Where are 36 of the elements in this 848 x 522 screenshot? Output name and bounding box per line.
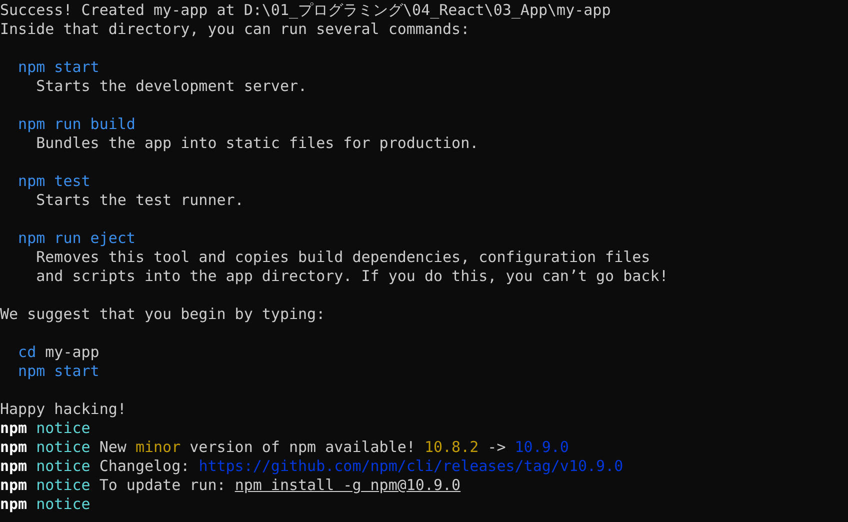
terminal-text: and scripts into the app directory. If you do this, you can’t go back! xyxy=(35,267,668,286)
version-text: minor xyxy=(135,438,181,457)
command-text: npm start xyxy=(17,58,100,77)
changelog-link[interactable]: https://github.com/npm/cli/releases/tag/v10.9.0 xyxy=(198,457,624,476)
version-text: 10.9.0 xyxy=(514,438,569,457)
terminal-text: Bundles the app into static files for production. xyxy=(35,134,479,153)
terminal-text: my-app xyxy=(44,343,100,362)
terminal-text: npm xyxy=(0,419,28,438)
terminal-text: Starts the test runner. xyxy=(35,191,244,210)
command-text: npm test xyxy=(17,172,90,191)
terminal-text: We suggest that you begin by typing: xyxy=(0,305,326,324)
terminal-text: Inside that directory, you can run several commands: xyxy=(0,20,470,39)
terminal-text: Starts the development server. xyxy=(35,77,308,96)
notice-label: notice xyxy=(35,419,90,438)
terminal-text: version of npm available! xyxy=(188,438,416,457)
terminal-text: Changelog: xyxy=(98,457,191,476)
command-text: npm run build xyxy=(17,115,136,134)
terminal-text: npm xyxy=(0,457,28,476)
terminal-text: npm xyxy=(0,438,28,457)
notice-label: notice xyxy=(35,457,90,476)
notice-label: notice xyxy=(35,476,90,495)
terminal-text: Success! Created my-app at D:\01_プログラミング\04_React\03_App\my-app xyxy=(0,1,611,20)
terminal-text: New xyxy=(98,438,128,457)
command-text: npm start xyxy=(17,362,100,381)
terminal-text: Happy hacking! xyxy=(0,400,126,419)
terminal-text: -> xyxy=(486,438,507,457)
notice-label: notice xyxy=(35,495,90,514)
command-text: npm run eject xyxy=(17,229,136,248)
terminal-text: npm xyxy=(0,476,28,495)
terminal-text: Removes this tool and copies build dependencies, configuration files xyxy=(35,248,650,267)
terminal-text: To update run: xyxy=(98,476,227,495)
command-text: npm install -g npm@10.9.0 xyxy=(234,476,461,495)
version-text: 10.8.2 xyxy=(424,438,479,457)
notice-label: notice xyxy=(35,438,90,457)
terminal-text: npm xyxy=(0,495,28,514)
command-text: cd xyxy=(17,343,36,362)
